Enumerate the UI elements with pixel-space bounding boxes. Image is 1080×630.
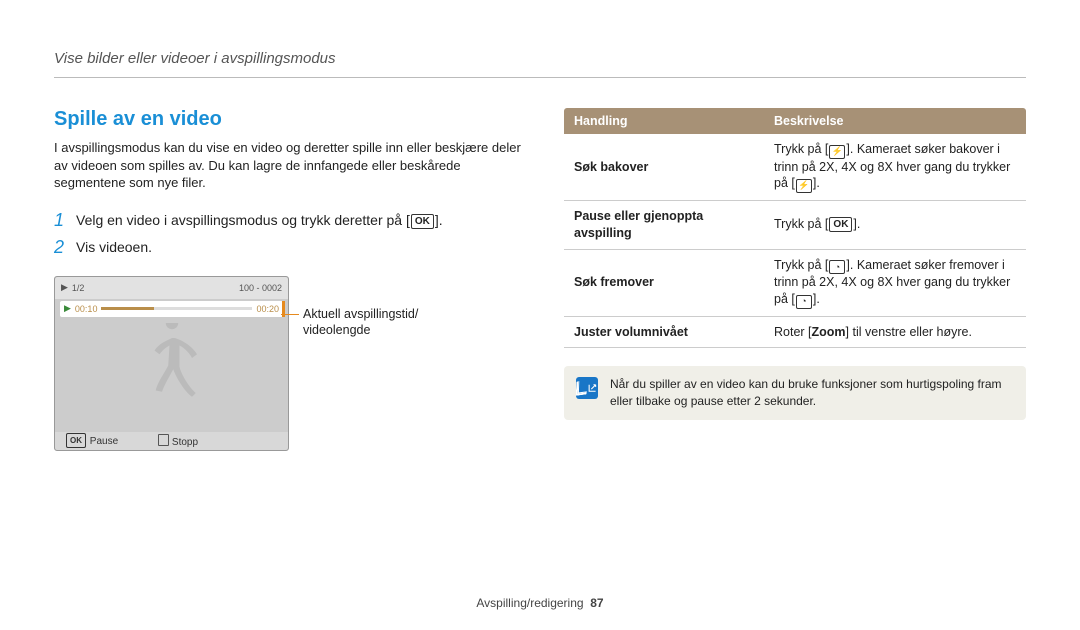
action-cell: Pause eller gjenoppta avspilling (564, 200, 764, 249)
trash-icon (158, 434, 169, 446)
step-2: 2 Vis videoen. (54, 237, 524, 258)
flash-icon: ⚡ (796, 179, 812, 193)
caption-line-2: videolengde (303, 322, 418, 338)
desc-cell: Trykk på [◔]. Kameraet søker fremover i … (764, 249, 1026, 316)
thumb-body (90, 317, 253, 430)
page-footer: Avspilling/redigering 87 (0, 596, 1080, 610)
frag: ]. (813, 176, 820, 190)
zoom-bold: Zoom (812, 325, 846, 339)
play-icon: ▶ (64, 303, 71, 314)
actions-table: Handling Beskrivelse Søk bakover Trykk p… (564, 108, 1026, 348)
thumb-right-info: 100 - 0002 (239, 283, 282, 293)
dancer-silhouette-icon (132, 323, 212, 423)
frag: Trykk på [ (774, 217, 828, 231)
thumb-stop-label: Stopp (172, 437, 198, 448)
th-beskrivelse: Beskrivelse (764, 108, 1026, 134)
action-cell: Søk bakover (564, 134, 764, 200)
thumb-pause-label: Pause (90, 436, 118, 447)
desc-cell: Trykk på [⚡]. Kameraet søker bakover i t… (764, 134, 1026, 200)
step-1-text-a: Velg en video i avspillingsmodus og tryk… (76, 212, 410, 228)
frag: ]. (853, 217, 860, 231)
frag: Roter [ (774, 325, 812, 339)
step-2-text: Vis videoen. (76, 239, 152, 255)
footer-label: Avspilling/redigering (476, 596, 583, 610)
table-row: Juster volumnivået Roter [Zoom] til vens… (564, 316, 1026, 348)
caption-line-1: Aktuell avspillingstid/ (303, 306, 418, 322)
step-1: 1 Velg en video i avspillingsmodus og tr… (54, 210, 524, 231)
ok-icon: OK (829, 217, 852, 232)
timer-icon: ◔ (796, 295, 812, 309)
page-count-icon: ▶ (61, 282, 68, 293)
ok-icon: OK (66, 433, 86, 448)
note-box: Når du spiller av en video kan du bruke … (564, 366, 1026, 420)
thumb-count: 1/2 (72, 283, 85, 293)
thumb-time-left: 00:10 (75, 304, 98, 314)
intro-text: I avspillingsmodus kan du vise en video … (54, 139, 524, 192)
step-1-num: 1 (54, 210, 76, 231)
note-text: Når du spiller av en video kan du bruke … (610, 376, 1014, 410)
note-icon (576, 377, 598, 399)
table-row: Søk fremover Trykk på [◔]. Kameraet søke… (564, 249, 1026, 316)
desc-cell: Trykk på [OK]. (764, 200, 1026, 249)
frag: ]. (813, 292, 820, 306)
table-row: Søk bakover Trykk på [⚡]. Kameraet søker… (564, 134, 1026, 200)
thumb-progress-strip: ▶ 00:10 00:20 (60, 301, 283, 317)
frag: Trykk på [ (774, 258, 828, 272)
action-cell: Søk fremover (564, 249, 764, 316)
step-2-num: 2 (54, 237, 76, 258)
frag: ] til venstre eller høyre. (846, 325, 972, 339)
step-1-text: Velg en video i avspillingsmodus og tryk… (76, 212, 443, 229)
page-header: Vise bilder eller videoer i avspillingsm… (54, 50, 1026, 78)
thumb-time-right: 00:20 (256, 304, 279, 314)
frag: Trykk på [ (774, 142, 828, 156)
progress-bar (101, 307, 252, 310)
thumb-caption: Aktuell avspillingstid/ videolengde (303, 276, 418, 451)
thumb-bottom-bar: OK Pause Stopp (55, 432, 288, 450)
thumb-topbar: ▶ 1/2 100 - 0002 (55, 277, 288, 299)
footer-page-num: 87 (590, 596, 603, 610)
action-cell: Juster volumnivået (564, 316, 764, 348)
flash-icon: ⚡ (829, 145, 845, 159)
step-1-text-b: ]. (435, 212, 443, 228)
ok-icon: OK (411, 214, 434, 229)
th-handling: Handling (564, 108, 764, 134)
section-title: Spille av en video (54, 108, 524, 131)
table-row: Pause eller gjenoppta avspilling Trykk p… (564, 200, 1026, 249)
desc-cell: Roter [Zoom] til venstre eller høyre. (764, 316, 1026, 348)
video-thumbnail: ▶ 1/2 100 - 0002 ▶ 00:10 00:20 (54, 276, 289, 451)
timer-icon: ◔ (829, 260, 845, 274)
